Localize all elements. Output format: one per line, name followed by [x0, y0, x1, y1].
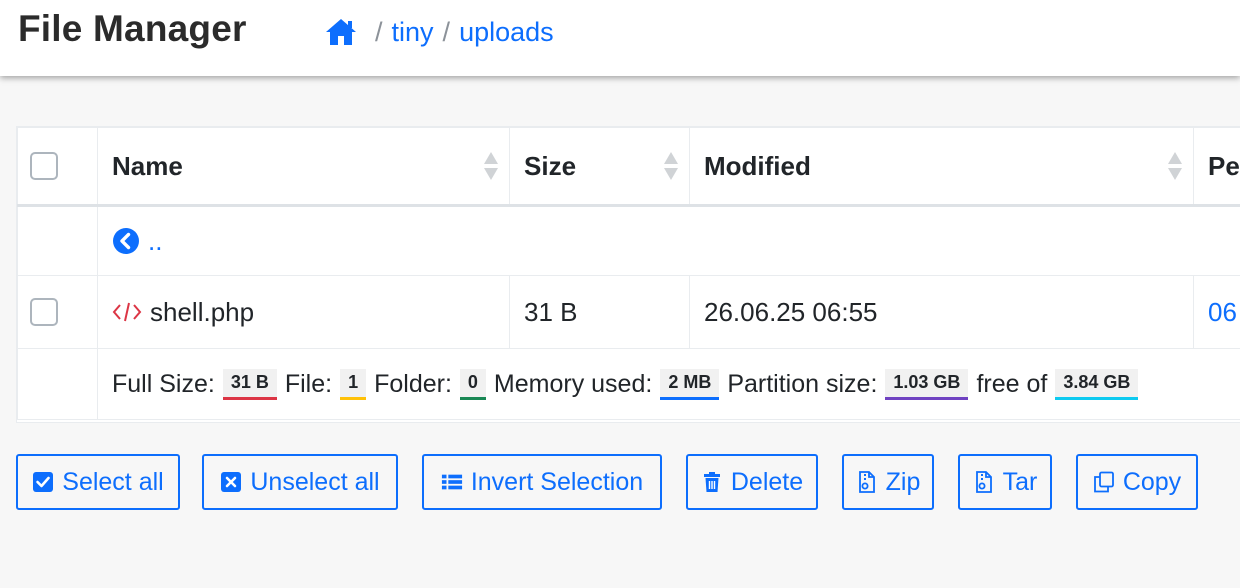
folder-count-label: Folder:	[374, 369, 452, 398]
trash-icon	[703, 472, 720, 492]
folder-count-badge: 0	[459, 368, 486, 400]
zip-file-icon	[858, 471, 875, 493]
zip-label: Zip	[885, 467, 921, 496]
invert-selection-label: Invert Selection	[470, 467, 644, 496]
file-name-link[interactable]: shell.php	[150, 297, 254, 328]
unselect-all-button[interactable]: Unselect all	[202, 454, 398, 510]
x-square-icon	[221, 472, 242, 492]
home-icon[interactable]	[324, 17, 358, 47]
column-header-modified-label: Modified	[704, 151, 811, 181]
file-count-badge: 1	[340, 368, 367, 400]
memory-used-label: Memory used:	[493, 369, 653, 398]
table-footer-row: Full Size: 31 B File: 1 Folder: 0 Memory…	[17, 348, 1240, 420]
column-header-size[interactable]: Size	[509, 127, 690, 207]
parent-directory-label: ..	[148, 225, 163, 256]
free-total-badge: 3.84 GB	[1055, 368, 1139, 400]
sort-icon	[484, 152, 498, 180]
column-header-perms-label: Pe	[1208, 151, 1240, 181]
file-table: Name Size Modified Pe .. shell.php 31 B …	[17, 127, 1240, 420]
column-header-modified[interactable]: Modified	[689, 127, 1194, 207]
breadcrumb-separator: /	[375, 16, 383, 47]
column-header-size-label: Size	[524, 151, 577, 181]
zip-button[interactable]: Zip	[842, 454, 934, 510]
partition-size-label: Partition size:	[727, 369, 878, 398]
select-all-button[interactable]: Select all	[16, 454, 180, 510]
file-table-container: Name Size Modified Pe .. shell.php 31 B …	[16, 126, 1240, 423]
tar-button[interactable]: Tar	[958, 454, 1052, 510]
app-title: File Manager	[18, 8, 247, 49]
file-count-label: File:	[284, 369, 333, 398]
column-header-perms[interactable]: Pe	[1193, 127, 1240, 207]
table-row-parent-dir: ..	[17, 205, 1240, 276]
full-size-label: Full Size:	[112, 369, 215, 398]
summary-line: Full Size: 31 B File: 1 Folder: 0 Memory…	[112, 368, 1240, 400]
unselect-all-label: Unselect all	[250, 467, 380, 496]
copy-label: Copy	[1122, 467, 1182, 496]
breadcrumb: / tiny / uploads	[324, 14, 554, 50]
file-perms-link[interactable]: 06	[1208, 297, 1237, 327]
select-all-checkbox-cell	[17, 127, 98, 207]
code-icon	[112, 302, 142, 322]
circle-chevron-left-icon	[113, 228, 139, 254]
check-square-icon	[33, 472, 54, 492]
tar-label: Tar	[1002, 467, 1038, 496]
delete-button[interactable]: Delete	[686, 454, 818, 510]
list-icon	[441, 474, 462, 490]
memory-used-badge: 2 MB	[660, 368, 720, 400]
breadcrumb-separator: /	[442, 16, 451, 47]
column-header-name[interactable]: Name	[97, 127, 510, 207]
file-size: 31 B	[509, 275, 690, 349]
select-all-label: Select all	[62, 467, 164, 496]
free-of-label: free of	[976, 369, 1048, 398]
column-header-name-label: Name	[112, 151, 183, 181]
table-row: shell.php 31 B 26.06.25 06:55 06	[17, 275, 1240, 349]
full-size-badge: 31 B	[222, 368, 277, 400]
top-navbar: File Manager / tiny / uploads	[0, 0, 1240, 76]
file-modified: 26.06.25 06:55	[689, 275, 1194, 349]
sort-icon	[664, 152, 678, 180]
delete-label: Delete	[730, 467, 804, 496]
invert-selection-button[interactable]: Invert Selection	[422, 454, 662, 510]
partition-size-badge: 1.03 GB	[885, 368, 969, 400]
parent-directory-link[interactable]: ..	[112, 226, 1240, 257]
header-checkbox[interactable]	[30, 152, 58, 180]
copy-icon	[1093, 471, 1114, 493]
breadcrumb-item-tiny[interactable]: tiny	[392, 17, 434, 48]
row-checkbox[interactable]	[30, 298, 58, 326]
table-header-row: Name Size Modified Pe	[17, 127, 1240, 207]
sort-icon	[1168, 152, 1182, 180]
copy-button[interactable]: Copy	[1076, 454, 1198, 510]
tar-file-icon	[975, 471, 992, 493]
breadcrumb-item-uploads[interactable]: uploads	[459, 17, 554, 48]
